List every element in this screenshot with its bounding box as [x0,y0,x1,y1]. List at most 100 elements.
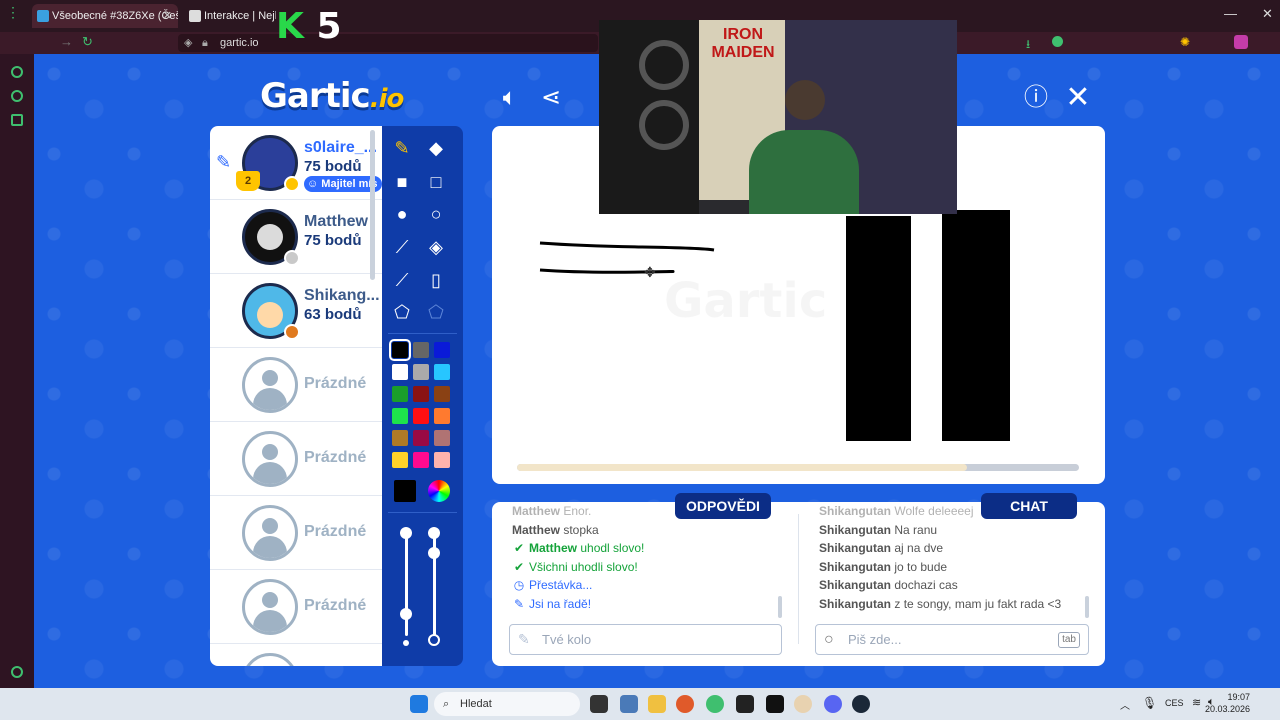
empty-slot-label: Prázdné [304,375,367,392]
microphone-icon[interactable]: 🎙︎ [1142,696,1157,710]
app-icon[interactable] [706,695,724,713]
answer-input[interactable]: ✎ Tvé kolo [509,624,782,655]
clock-time: 19:07 [1227,692,1250,702]
chat-scrollbar[interactable] [1085,596,1089,618]
color-swatch[interactable] [434,386,450,402]
reload-icon[interactable]: ↻ [82,34,93,50]
app-icon[interactable] [766,695,784,713]
color-swatch[interactable] [413,430,429,446]
lasso-alt-icon[interactable]: ⬠ [422,298,450,326]
tab-gartic[interactable]: Všeobecné #38Z6Xe (Čeština) · ✕ [32,4,178,28]
lasso-icon[interactable]: ⬠ [388,298,416,326]
profile-icon[interactable] [1234,35,1248,49]
history-icon[interactable] [11,90,23,102]
color-swatch[interactable] [413,386,429,402]
tray-chevron-icon[interactable]: ︿ [1120,697,1130,712]
tab-chat[interactable]: CHAT [981,493,1077,519]
clock[interactable]: 19:07 20.03.2026 [1205,691,1250,715]
stream-badge: K 5 [276,8,342,46]
color-swatch[interactable] [392,386,408,402]
rect-icon[interactable]: □ [422,168,450,196]
drawn-rect [942,210,1010,441]
color-swatch[interactable] [392,452,408,468]
current-color-swatch[interactable] [394,480,416,502]
file-explorer-icon[interactable] [648,695,666,713]
eyedropper-icon[interactable]: ⟋ [388,266,416,294]
task-view-icon[interactable] [590,695,608,713]
wifi-icon[interactable]: ≋ [1192,696,1201,709]
list-item: Matthew stopka [512,522,599,537]
filled-circle-icon[interactable]: ● [388,200,416,228]
circle-icon[interactable]: ○ [422,200,450,228]
color-swatch[interactable] [413,452,429,468]
download-icon[interactable]: ⭳ [1026,35,1030,56]
forward-icon[interactable]: → [60,34,73,49]
k-logo-icon: K [276,6,304,47]
clock-icon: ◷ [513,578,525,592]
gartic-favicon-icon [37,10,49,22]
fill-icon[interactable]: ◈ [422,233,450,261]
drawn-stroke [539,241,715,252]
color-swatch[interactable] [434,452,450,468]
taskbar-search[interactable]: ⌕ Hledat [434,692,580,716]
color-swatch[interactable] [413,364,429,380]
app-icon[interactable] [620,695,638,713]
page-icon[interactable]: ▯ [422,266,450,294]
sun-extension-icon[interactable]: ✺ [1180,35,1190,49]
language-indicator[interactable]: CES [1165,698,1184,708]
opacity-slider-knob-2[interactable] [428,547,440,559]
share-icon[interactable]: ⋖ [537,84,565,112]
color-swatch[interactable] [434,364,450,380]
settings-gear-icon[interactable] [11,666,23,678]
opacity-slider-knob[interactable] [428,527,440,539]
sidebar-extension-icon[interactable] [11,66,23,78]
info-icon[interactable]: ⓘ [1022,84,1050,112]
size-slider[interactable] [405,536,408,636]
pencil-icon[interactable]: ✎ [388,134,416,162]
tab-interakce[interactable]: Interakce | Nejlepší p [184,4,276,28]
color-swatch[interactable] [413,342,429,358]
player-row[interactable]: ✎ 2 s0laire_... 75 bodů ☺ Majitel mís [210,126,382,200]
empty-avatar-icon [242,357,298,413]
discord-icon[interactable] [824,695,842,713]
person-head [785,80,825,120]
sound-icon[interactable]: 🔈︎ [496,84,524,112]
status-dot [284,250,300,266]
chat-input[interactable]: ○ Piš zde... tab [815,624,1089,655]
extension-icon[interactable] [1052,36,1063,47]
empty-slot-label: Prázdné [304,449,367,466]
color-swatch[interactable] [434,342,450,358]
color-swatch[interactable] [413,408,429,424]
minimize-icon[interactable]: — [1224,6,1237,21]
color-swatch[interactable] [434,430,450,446]
window-close-icon[interactable]: ✕ [1262,6,1273,22]
color-swatch[interactable] [392,364,408,380]
star-icon[interactable] [11,114,23,126]
close-tab-icon[interactable]: ✕ [163,4,172,28]
color-swatch[interactable] [389,339,411,361]
size-slider-knob[interactable] [400,527,412,539]
answers-scrollbar[interactable] [778,596,782,618]
eraser-icon[interactable]: ◆ [422,134,450,162]
color-swatch[interactable] [392,430,408,446]
color-swatch[interactable] [434,408,450,424]
color-swatch[interactable] [392,408,408,424]
player-row[interactable]: Matthew 75 bodů [210,200,382,274]
windows-start-icon[interactable] [410,695,428,713]
players-scrollbar[interactable] [370,130,375,280]
steam-icon[interactable] [852,695,870,713]
list-item: ✔ Matthew uhodl slovo! [513,541,645,555]
player-row[interactable]: Shikang... 63 bodů [210,274,382,348]
filled-rect-icon[interactable]: ■ [388,168,416,196]
app-icon[interactable] [794,695,812,713]
firefox-icon[interactable] [676,695,694,713]
tab-answers[interactable]: ODPOVĚDI [675,493,771,519]
address-bar[interactable]: ◈ 🔒︎ gartic.io [178,34,598,52]
status-dot [284,176,300,192]
color-wheel-icon[interactable] [428,480,450,502]
line-icon[interactable]: ⟋ [388,233,416,261]
app-icon[interactable] [736,695,754,713]
size-slider-knob-bottom[interactable] [400,608,412,620]
close-game-icon[interactable]: ✕ [1064,83,1092,113]
browser-menu-icon[interactable]: ⋮ [6,4,22,28]
